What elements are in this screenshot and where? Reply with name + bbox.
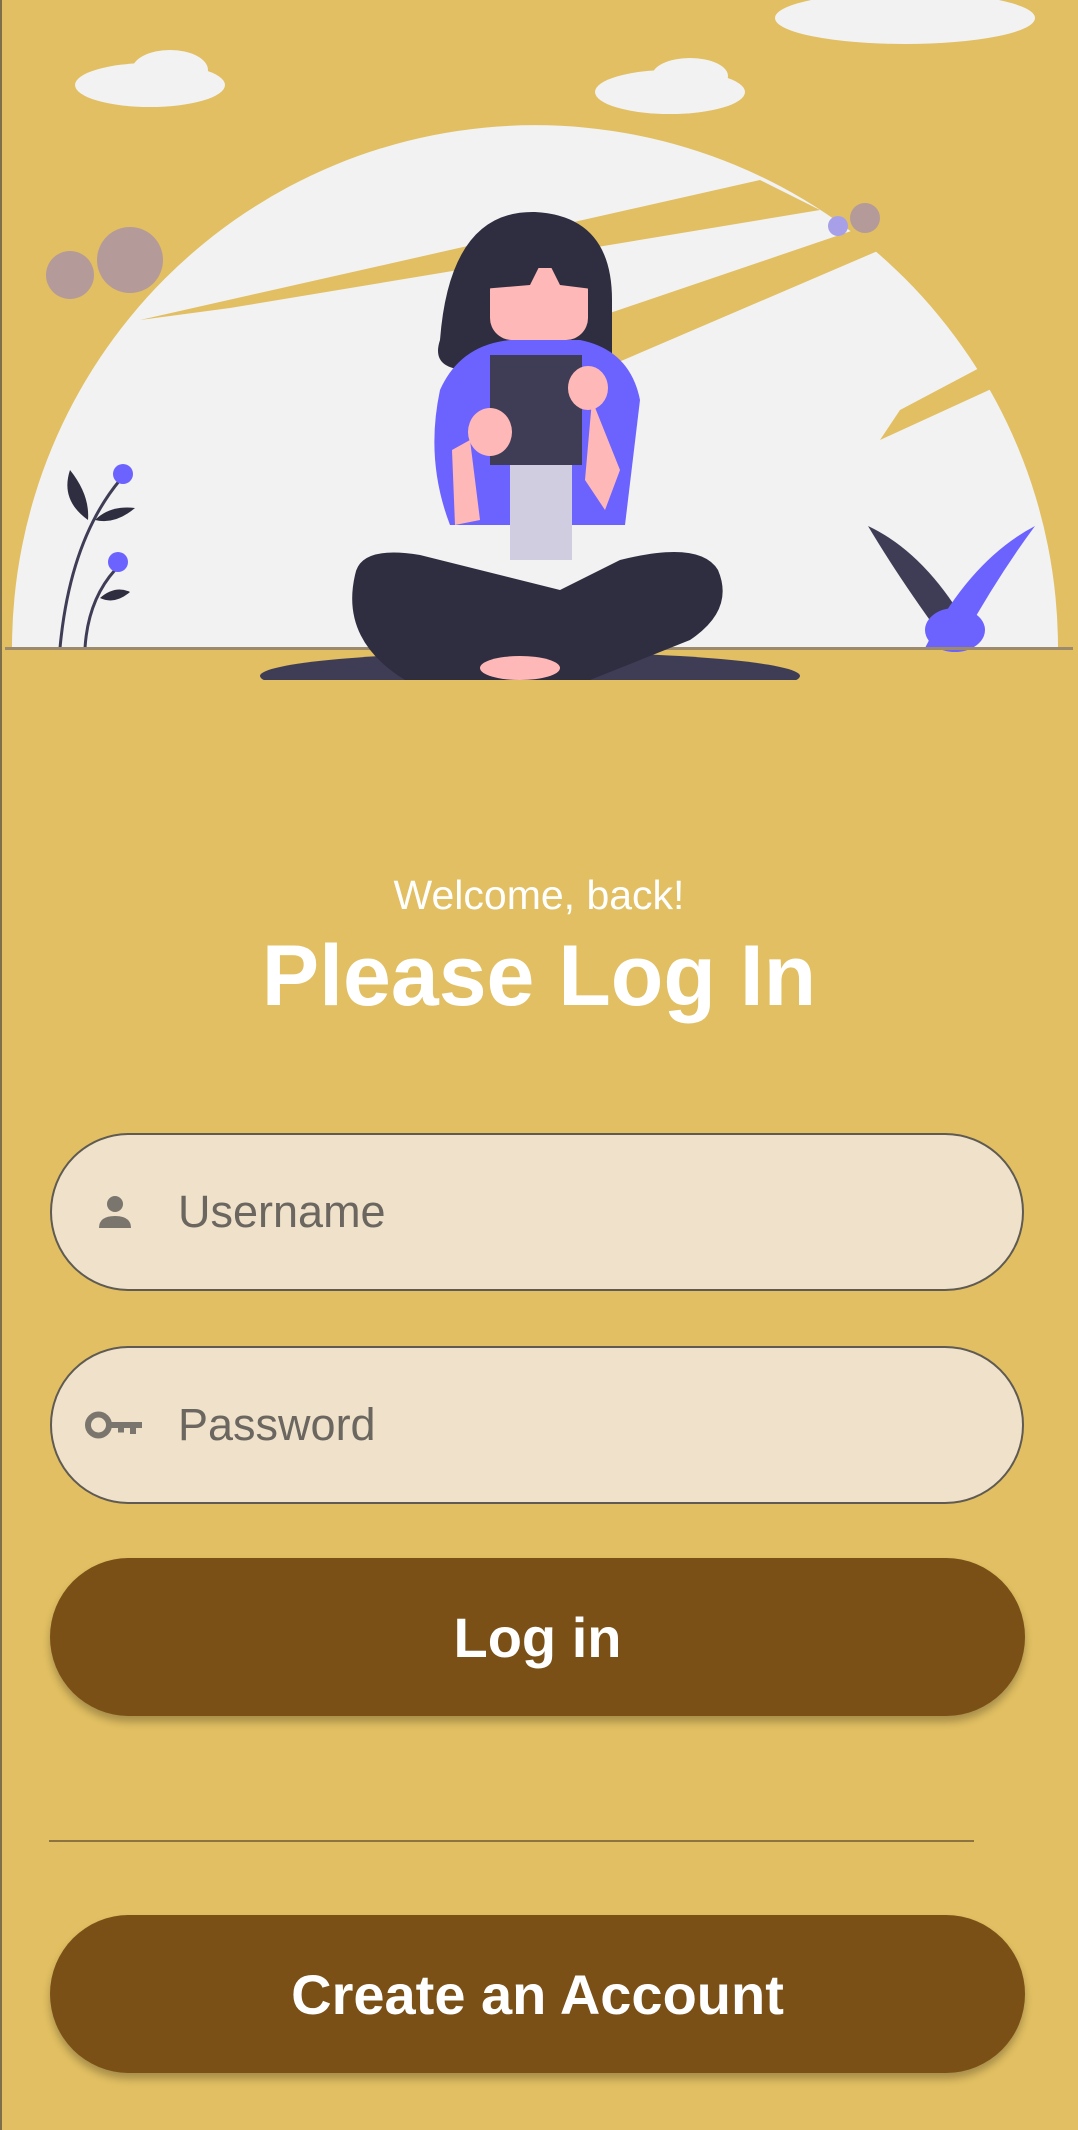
divider [49,1840,974,1842]
create-account-button[interactable]: Create an Account [50,1915,1025,2073]
hero-illustration [5,0,1073,680]
username-field[interactable] [50,1133,1024,1291]
greeting-text: Welcome, back! [393,872,685,918]
key-icon [84,1394,146,1456]
person-icon [84,1181,146,1243]
password-input[interactable] [178,1348,982,1502]
clouds [75,0,1035,114]
password-field[interactable] [50,1346,1024,1504]
username-input[interactable] [178,1135,982,1289]
page-title: Please Log In [261,928,817,1024]
login-button[interactable]: Log in [50,1558,1025,1716]
